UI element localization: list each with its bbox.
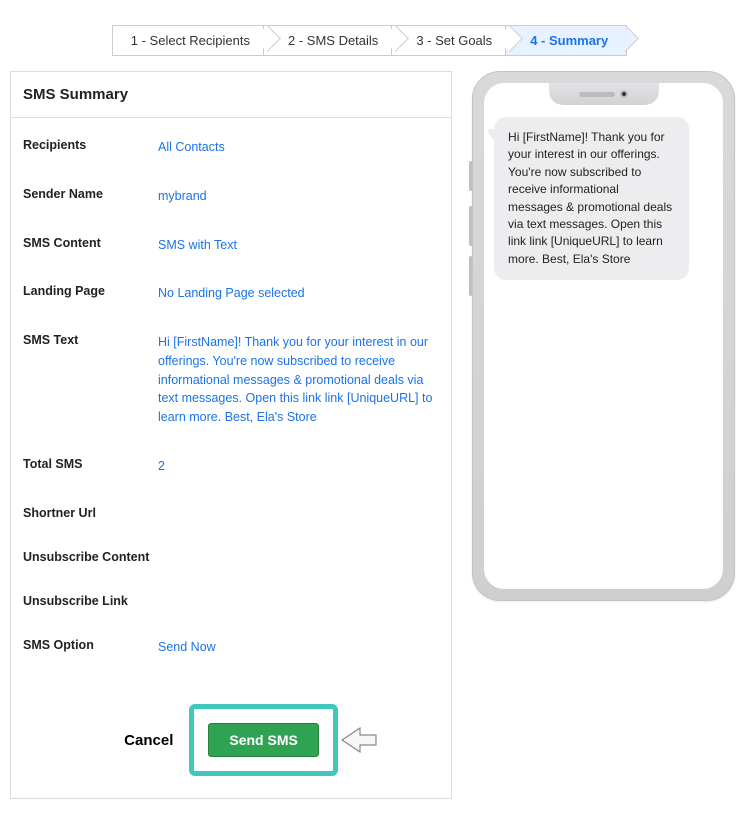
step-set-goals[interactable]: 3 - Set Goals xyxy=(391,25,511,56)
phone-preview: Hi [FirstName]! Thank you for your inter… xyxy=(472,71,735,601)
step-sms-details[interactable]: 2 - SMS Details xyxy=(263,25,397,56)
cancel-button[interactable]: Cancel xyxy=(124,732,173,749)
phone-screen: Hi [FirstName]! Thank you for your inter… xyxy=(484,83,723,589)
value-sender-name[interactable]: mybrand xyxy=(158,187,207,206)
step-label: 4 - Summary xyxy=(530,33,608,48)
phone-side-button-icon xyxy=(469,206,472,246)
value-sms-content[interactable]: SMS with Text xyxy=(158,236,237,255)
send-highlight: Send SMS xyxy=(189,704,337,776)
row-sms-text: SMS Text Hi [FirstName]! Thank you for y… xyxy=(23,333,439,427)
value-recipients[interactable]: All Contacts xyxy=(158,138,225,157)
label-unsubscribe-link: Unsubscribe Link xyxy=(23,594,158,608)
summary-footer: Cancel Send SMS xyxy=(11,686,451,798)
row-sender-name: Sender Name mybrand xyxy=(23,187,439,206)
value-sms-text: Hi [FirstName]! Thank you for your inter… xyxy=(158,333,439,427)
label-total-sms: Total SMS xyxy=(23,457,158,471)
pointer-arrow-icon xyxy=(340,726,378,754)
step-summary[interactable]: 4 - Summary xyxy=(505,25,627,56)
phone-side-button-icon xyxy=(469,256,472,296)
row-sms-option: SMS Option Send Now xyxy=(23,638,439,657)
step-label: 1 - Select Recipients xyxy=(131,33,250,48)
value-sms-option[interactable]: Send Now xyxy=(158,638,216,657)
row-total-sms: Total SMS 2 xyxy=(23,457,439,476)
label-sms-option: SMS Option xyxy=(23,638,158,652)
step-select-recipients[interactable]: 1 - Select Recipients xyxy=(112,25,269,56)
label-unsubscribe-content: Unsubscribe Content xyxy=(23,550,158,564)
row-sms-content: SMS Content SMS with Text xyxy=(23,236,439,255)
row-recipients: Recipients All Contacts xyxy=(23,138,439,157)
summary-title: SMS Summary xyxy=(11,72,451,118)
summary-panel: SMS Summary Recipients All Contacts Send… xyxy=(10,71,452,799)
label-landing-page: Landing Page xyxy=(23,284,158,298)
value-landing-page[interactable]: No Landing Page selected xyxy=(158,284,305,303)
label-sms-content: SMS Content xyxy=(23,236,158,250)
row-shortner-url: Shortner Url xyxy=(23,506,439,520)
value-total-sms: 2 xyxy=(158,457,165,476)
step-label: 2 - SMS Details xyxy=(288,33,378,48)
label-sms-text: SMS Text xyxy=(23,333,158,347)
summary-body: Recipients All Contacts Sender Name mybr… xyxy=(11,118,451,656)
row-unsubscribe-content: Unsubscribe Content xyxy=(23,550,439,564)
label-recipients: Recipients xyxy=(23,138,158,152)
wizard-stepper: 1 - Select Recipients 2 - SMS Details 3 … xyxy=(0,0,745,71)
row-landing-page: Landing Page No Landing Page selected xyxy=(23,284,439,303)
phone-notch-icon xyxy=(549,83,659,105)
sms-preview-bubble: Hi [FirstName]! Thank you for your inter… xyxy=(494,117,689,280)
send-sms-button[interactable]: Send SMS xyxy=(208,723,318,757)
label-sender-name: Sender Name xyxy=(23,187,158,201)
step-label: 3 - Set Goals xyxy=(416,33,492,48)
row-unsubscribe-link: Unsubscribe Link xyxy=(23,594,439,608)
phone-side-button-icon xyxy=(469,161,472,191)
label-shortner-url: Shortner Url xyxy=(23,506,158,520)
